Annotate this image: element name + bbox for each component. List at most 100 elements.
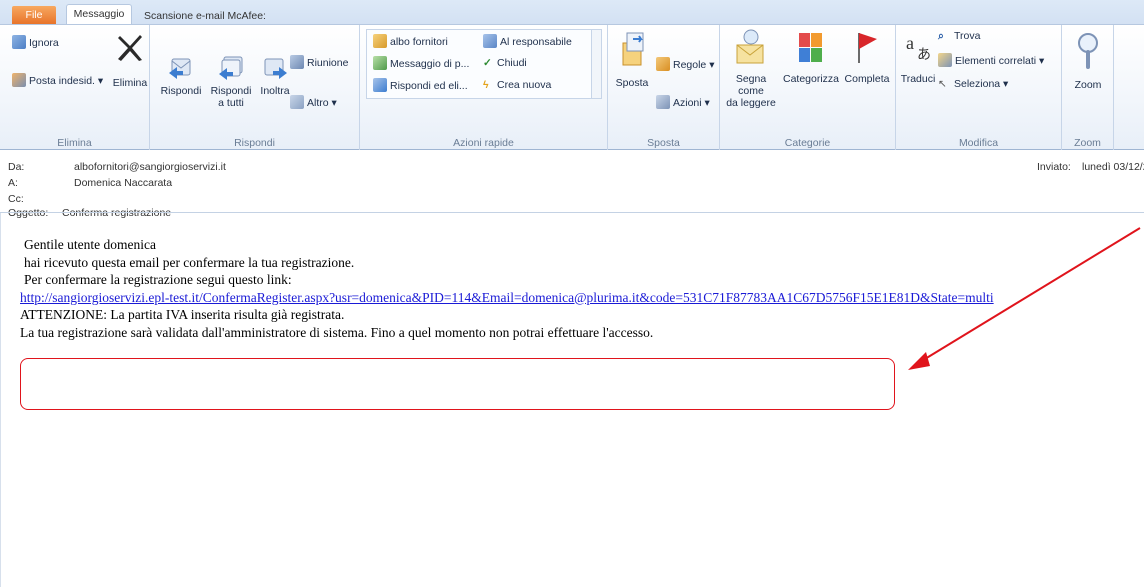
forward-icon xyxy=(264,58,287,79)
header-separator xyxy=(0,212,1144,213)
ignora-button[interactable]: Ignora xyxy=(12,35,59,50)
posta-indesiderata-button[interactable]: Posta indesid. ▾ xyxy=(12,73,103,88)
quick-step-label: Al responsabile xyxy=(500,36,572,48)
riunione-label: Riunione xyxy=(307,57,349,69)
cc-label: Cc: xyxy=(8,193,24,205)
group-label-categorie: Categorie xyxy=(784,137,831,149)
reply-delete-icon xyxy=(373,78,387,92)
cursor-icon: ↖ xyxy=(938,78,947,90)
group-zoom: Zoom Zoom xyxy=(1062,25,1114,151)
seleziona-button[interactable]: ↖ Seleziona ▾ xyxy=(938,77,1008,91)
more-icon xyxy=(290,95,304,109)
regole-button[interactable]: Regole ▾ xyxy=(656,57,714,72)
group-categorie: Segna come da leggere Categorizza Comple… xyxy=(720,25,896,151)
message-header: Da: albofornitori@sangiorgioservizi.it I… xyxy=(0,150,1144,219)
rispondi-a-tutti-button[interactable]: Rispondi a tutti xyxy=(206,53,256,109)
tab-scansione-mcafee[interactable]: Scansione e-mail McAfee: xyxy=(140,8,270,24)
related-items-icon xyxy=(938,53,952,67)
from-value[interactable]: albofornitori@sangiorgioservizi.it xyxy=(74,161,226,173)
annotation-highlight-box xyxy=(20,358,895,410)
svg-text:あ: あ xyxy=(917,47,931,63)
sent-value: lunedì 03/12/2012 xyxy=(1082,161,1144,173)
quick-step-al-responsabile[interactable]: Al responsabile xyxy=(483,34,572,49)
categorizza-button[interactable]: Categorizza xyxy=(780,27,842,85)
ignora-label: Ignora xyxy=(29,37,59,49)
confirmation-link[interactable]: http://sangiorgioservizi.epl-test.it/Con… xyxy=(20,290,994,305)
categorize-icon xyxy=(799,33,822,62)
rules-icon xyxy=(656,57,670,71)
altro-button[interactable]: Altro ▾ xyxy=(290,95,337,110)
azioni-button[interactable]: Azioni ▾ xyxy=(656,95,710,110)
delete-x-icon xyxy=(118,35,142,61)
regole-label: Regole ▾ xyxy=(673,59,715,71)
to-label: A: xyxy=(8,177,18,189)
gallery-scrollbar[interactable] xyxy=(591,30,601,98)
quick-step-chiudi[interactable]: ✓ Chiudi xyxy=(483,56,527,70)
quick-step-label: Crea nuova xyxy=(497,79,552,91)
tab-messaggio[interactable]: Messaggio xyxy=(66,4,132,24)
reply-all-icon xyxy=(219,56,243,80)
svg-text:a: a xyxy=(906,33,914,53)
message-body: Gentile utente domenica hai ricevuto que… xyxy=(20,236,994,341)
elementi-correlati-label: Elementi correlati ▾ xyxy=(955,55,1045,67)
posta-indesiderata-label: Posta indesid. ▾ xyxy=(29,75,104,87)
group-rispondi: Rispondi Rispondi a tutti Inoltra Riunio… xyxy=(150,25,360,151)
body-line-received: hai ricevuto questa email per confermare… xyxy=(24,254,355,270)
zoom-button[interactable]: Zoom xyxy=(1066,29,1110,91)
magnifier-icon xyxy=(1078,33,1098,69)
segna-label-1: Segna come xyxy=(735,73,767,97)
group-modifica: a あ Traduci ⌕ Trova Elementi correlati ▾ … xyxy=(896,25,1062,151)
sposta-button[interactable]: Sposta xyxy=(612,29,652,89)
seleziona-label: Seleziona ▾ xyxy=(954,78,1009,90)
elimina-button[interactable]: Elimina xyxy=(110,33,150,89)
segna-label-2: da leggere xyxy=(726,97,776,109)
group-azioni-rapide: albo fornitori Al responsabile Messaggio… xyxy=(360,25,608,151)
header-row-from: Da: albofornitori@sangiorgioservizi.it I… xyxy=(0,161,1144,176)
traduci-label: Traduci xyxy=(900,73,936,85)
to-value[interactable]: Domenica Naccarata xyxy=(74,177,172,189)
move-icon xyxy=(622,32,644,66)
completa-button[interactable]: Completa xyxy=(842,27,892,85)
rispondi-button[interactable]: Rispondi xyxy=(158,53,204,97)
lightning-icon: ϟ xyxy=(483,79,489,91)
zoom-label: Zoom xyxy=(1074,79,1102,91)
rispondi-a-tutti-label-2: a tutti xyxy=(218,97,244,109)
inoltra-label: Inoltra xyxy=(260,85,290,97)
binoculars-icon: ⌕ xyxy=(938,30,944,42)
tab-file[interactable]: File xyxy=(12,6,56,24)
elimina-label: Elimina xyxy=(112,77,148,89)
body-line-validation: La tua registrazione sarà validata dall'… xyxy=(20,324,654,340)
group-label-sposta: Sposta xyxy=(647,137,680,149)
elementi-correlati-button[interactable]: Elementi correlati ▾ xyxy=(938,53,1044,68)
segna-come-da-leggere-button[interactable]: Segna come da leggere xyxy=(724,27,778,109)
group-label-rispondi: Rispondi xyxy=(234,137,275,149)
junk-mail-icon xyxy=(12,73,26,87)
quick-step-crea-nuova[interactable]: ϟ Crea nuova xyxy=(483,78,551,92)
altro-label: Altro ▾ xyxy=(307,97,337,109)
reply-icon xyxy=(169,58,191,79)
group-elimina: Ignora Posta indesid. ▾ Elimina Elimina xyxy=(0,25,150,151)
subject-label: Oggetto: xyxy=(8,207,49,219)
meeting-icon xyxy=(290,55,304,69)
actions-icon xyxy=(656,95,670,109)
traduci-button[interactable]: a あ Traduci xyxy=(900,29,936,85)
translate-icon: a あ xyxy=(906,33,931,63)
ribbon-tab-bar: File Messaggio Scansione e-mail McAfee: xyxy=(0,0,1144,24)
to-manager-icon xyxy=(483,34,497,48)
from-label: Da: xyxy=(8,161,25,173)
quick-step-rispondi-ed-elimina[interactable]: Rispondi ed eli... xyxy=(373,78,468,93)
checkmark-icon: ✓ xyxy=(483,57,492,69)
trova-button[interactable]: ⌕ Trova xyxy=(938,29,980,43)
move-to-folder-icon xyxy=(373,34,387,48)
rispondi-label: Rispondi xyxy=(160,85,202,97)
quick-step-label: Chiudi xyxy=(497,57,527,69)
quick-step-albo-fornitori[interactable]: albo fornitori xyxy=(373,34,448,49)
group-label-modifica: Modifica xyxy=(958,137,999,149)
azioni-label: Azioni ▾ xyxy=(673,97,710,109)
body-left-edge xyxy=(0,213,1,587)
quick-step-label: Messaggio di p... xyxy=(390,58,470,70)
riunione-button[interactable]: Riunione xyxy=(290,55,348,70)
flag-icon xyxy=(858,33,877,63)
quick-step-messaggio-di-posta[interactable]: Messaggio di p... xyxy=(373,56,469,71)
body-line-confirm-instructions: Per confermare la registrazione segui qu… xyxy=(24,272,292,287)
